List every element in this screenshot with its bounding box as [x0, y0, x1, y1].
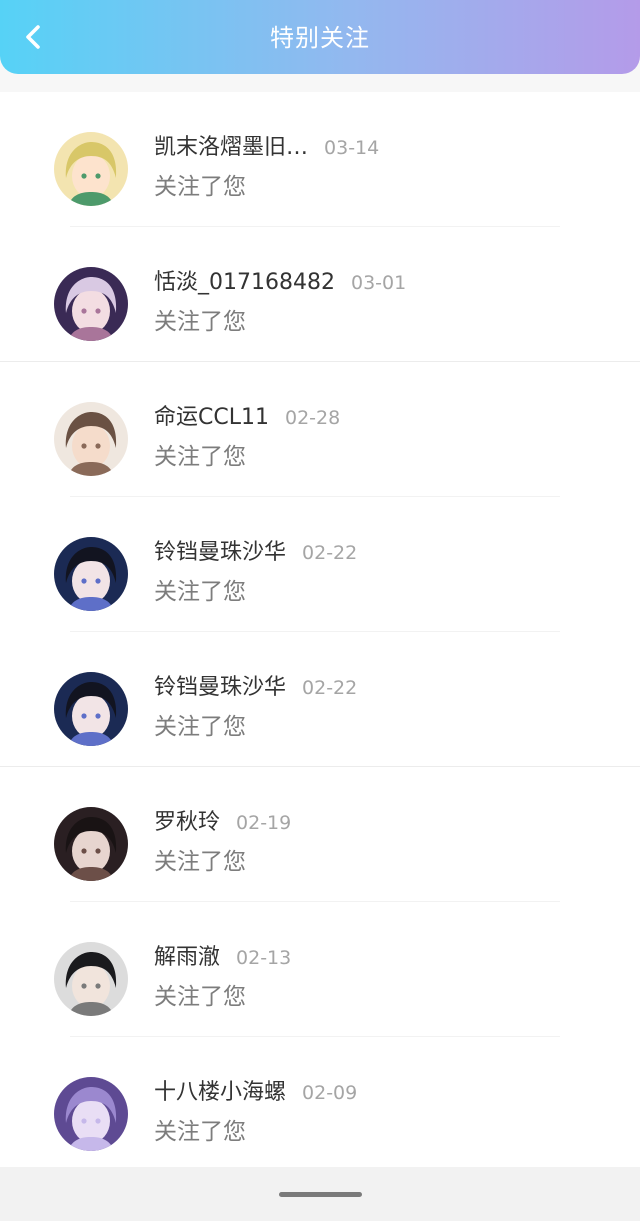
avatar[interactable] — [54, 402, 128, 476]
action-text: 关注了您 — [154, 309, 246, 335]
follow-date: 02-19 — [236, 812, 292, 834]
action-text: 关注了您 — [154, 444, 246, 470]
follow-date: 02-13 — [236, 947, 292, 969]
home-indicator[interactable] — [279, 1192, 362, 1197]
user-name-text: 罗秋玲 — [154, 810, 221, 835]
list-item[interactable]: 十八楼小海螺 02-09 关注了您 — [0, 1037, 640, 1167]
action-text: 关注了您 — [154, 579, 246, 605]
user-name[interactable]: 铃铛曼珠沙华 02-22 — [154, 537, 357, 569]
user-name[interactable]: 凯末洛熠墨旧… 03-14 — [154, 132, 379, 164]
page-title: 特别关注 — [270, 24, 370, 52]
avatar[interactable] — [54, 807, 128, 881]
user-name-text: 铃铛曼珠沙华 — [154, 540, 287, 565]
action-text: 关注了您 — [154, 174, 246, 200]
user-name-text: 恬淡_017168482 — [154, 270, 335, 295]
action-text: 关注了您 — [154, 1119, 246, 1145]
list-item[interactable]: 罗秋玲 02-19 关注了您 — [0, 767, 640, 902]
user-name[interactable]: 十八楼小海螺 02-09 — [154, 1077, 357, 1109]
list-item[interactable]: 命运CCL11 02-28 关注了您 — [0, 362, 640, 497]
follow-date: 02-28 — [284, 407, 341, 429]
user-name[interactable]: 铃铛曼珠沙华 02-22 — [154, 672, 357, 704]
follow-date: 02-22 — [302, 677, 358, 699]
follower-list: 凯末洛熠墨旧… 03-14 关注了您 恬淡_017168482 03-01 关注了您 命运C… — [0, 92, 640, 1167]
user-name-text: 凯末洛熠墨旧… — [154, 135, 309, 160]
list-item[interactable]: 恬淡_017168482 03-01 关注了您 — [0, 227, 640, 362]
avatar[interactable] — [54, 1077, 128, 1151]
header-bar: 特别关注 — [0, 0, 640, 74]
user-name[interactable]: 解雨澈 02-13 — [154, 942, 291, 974]
user-name-text: 铃铛曼珠沙华 — [154, 675, 287, 700]
user-name[interactable]: 罗秋玲 02-19 — [154, 807, 291, 839]
follow-date: 03-14 — [324, 137, 380, 159]
avatar[interactable] — [54, 267, 128, 341]
action-text: 关注了您 — [154, 984, 246, 1010]
list-item[interactable]: 铃铛曼珠沙华 02-22 关注了您 — [0, 632, 640, 767]
action-text: 关注了您 — [154, 714, 246, 740]
user-name[interactable]: 命运CCL11 02-28 — [154, 402, 340, 434]
avatar[interactable] — [54, 132, 128, 206]
action-text: 关注了您 — [154, 849, 246, 875]
avatar[interactable] — [54, 672, 128, 746]
user-name[interactable]: 恬淡_017168482 03-01 — [154, 267, 406, 299]
user-name-text: 解雨澈 — [154, 945, 221, 970]
user-name-text: 命运CCL11 — [154, 405, 269, 430]
list-item[interactable]: 凯末洛熠墨旧… 03-14 关注了您 — [0, 92, 640, 227]
list-item[interactable]: 铃铛曼珠沙华 02-22 关注了您 — [0, 497, 640, 632]
avatar[interactable] — [54, 942, 128, 1016]
system-nav-bar — [0, 1167, 640, 1221]
user-name-text: 十八楼小海螺 — [154, 1080, 287, 1105]
follow-date: 02-09 — [302, 1082, 358, 1104]
list-item[interactable]: 解雨澈 02-13 关注了您 — [0, 902, 640, 1037]
avatar[interactable] — [54, 537, 128, 611]
follow-date: 02-22 — [302, 542, 358, 564]
follow-date: 03-01 — [350, 272, 407, 294]
